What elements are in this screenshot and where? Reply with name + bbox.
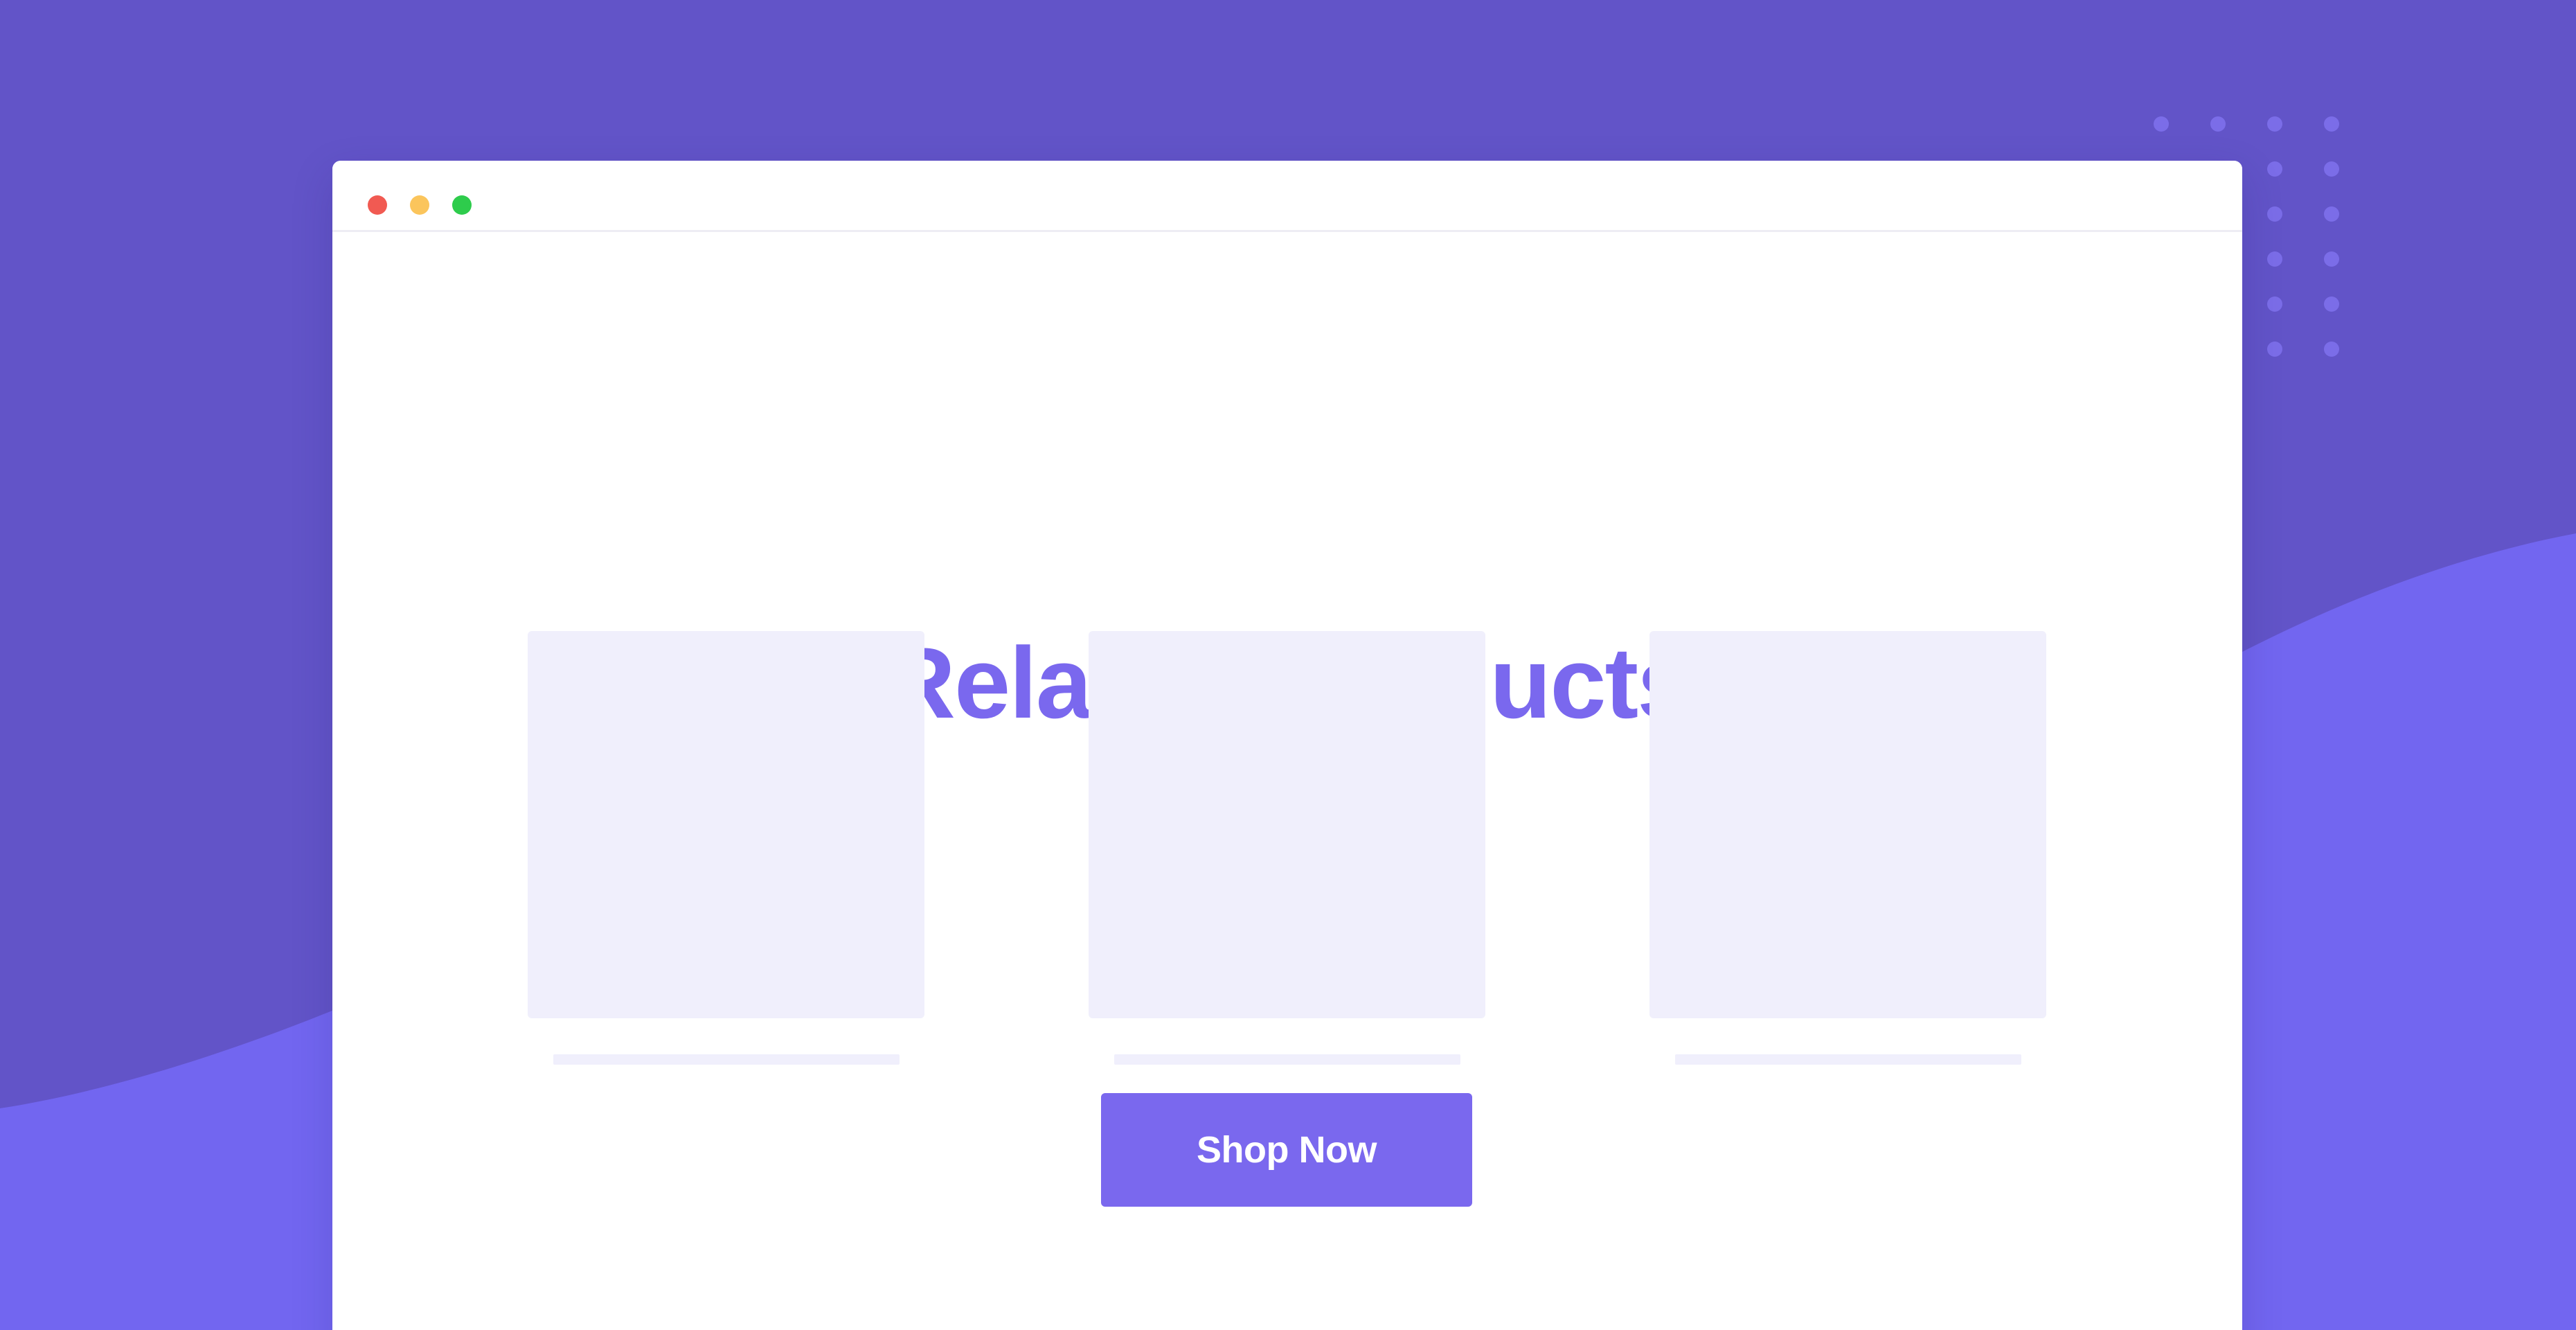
page-content: Related Products Shop No [332,232,2242,1330]
dot-grid-cell [2324,206,2381,251]
browser-title-bar [332,161,2242,232]
dot-icon [2324,161,2339,177]
dot-icon [2324,342,2339,357]
dot-grid-cell [2267,116,2324,161]
dot-grid-cell [2324,296,2381,342]
dot-grid-cell [2267,206,2324,251]
product-caption-row [1649,1054,2046,1065]
product-card[interactable] [1649,631,2046,1065]
product-caption-row [1089,1054,1485,1065]
product-image-placeholder[interactable] [1649,631,2046,1018]
dot-icon [2324,116,2339,132]
dot-icon [2324,296,2339,312]
product-image-placeholder[interactable] [528,631,924,1018]
dot-icon [2324,251,2339,267]
product-card[interactable] [528,631,924,1065]
dot-icon [2267,342,2282,357]
dot-grid-cell [2324,342,2381,387]
dot-icon [2267,206,2282,222]
maximize-button[interactable] [452,195,472,215]
dot-grid-cell [2324,116,2381,161]
product-grid [528,631,2046,1065]
dot-icon [2267,296,2282,312]
shop-now-button[interactable]: Shop Now [1101,1093,1472,1207]
close-button[interactable] [368,195,387,215]
dot-grid-cell [2324,161,2381,206]
dot-grid-cell [2154,116,2210,161]
dot-grid-cell [2210,116,2267,161]
dot-icon [2154,116,2169,132]
traffic-light-group [368,195,472,215]
dot-icon [2324,206,2339,222]
product-card[interactable] [1089,631,1485,1065]
dot-icon [2210,116,2226,132]
dot-grid-cell [2267,161,2324,206]
product-image-placeholder[interactable] [1089,631,1485,1018]
dot-icon [2267,116,2282,132]
dot-grid-cell [2267,342,2324,387]
dot-icon [2267,161,2282,177]
dot-grid-cell [2267,251,2324,296]
browser-window: Related Products Shop No [332,161,2242,1330]
minimize-button[interactable] [410,195,429,215]
dot-icon [2267,251,2282,267]
product-caption-row [528,1054,924,1065]
dot-grid-cell [2267,296,2324,342]
product-title-placeholder [1113,1054,1460,1065]
dot-grid-cell [2324,251,2381,296]
product-title-placeholder [1674,1054,2021,1065]
product-title-placeholder [553,1054,900,1065]
